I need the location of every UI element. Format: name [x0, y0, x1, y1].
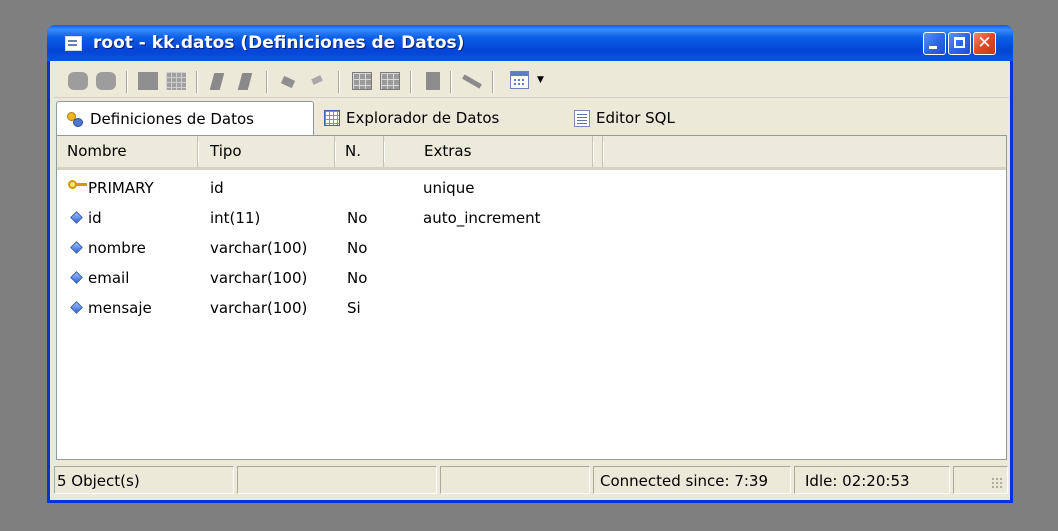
- app-window: root - kk.datos (Definiciones de Datos) …: [47, 25, 1013, 503]
- cell-nombre: PRIMARY: [88, 179, 154, 197]
- column-header-empty[interactable]: [595, 136, 604, 167]
- table-row[interactable]: id int(11) No auto_increment: [57, 203, 1006, 233]
- table-row[interactable]: PRIMARY id unique: [57, 173, 1006, 203]
- window-title: root - kk.datos (Definiciones de Datos): [93, 33, 465, 53]
- calendar-dropdown-button[interactable]: ▼: [506, 68, 558, 94]
- table-row[interactable]: mensaje varchar(100) Si: [57, 293, 1006, 323]
- grid-icon[interactable]: [352, 72, 372, 90]
- sql-document-icon: [574, 109, 590, 127]
- status-panel-empty: [440, 466, 590, 494]
- table-row[interactable]: email varchar(100) No: [57, 263, 1006, 293]
- table-icon[interactable]: [138, 72, 158, 90]
- cell-nombre: nombre: [88, 239, 146, 257]
- arrow-left-icon[interactable]: [308, 72, 328, 90]
- toolbar: ▼: [54, 63, 1009, 98]
- toolbar-separator: [266, 71, 268, 93]
- document-icon[interactable]: [426, 72, 440, 90]
- minimize-button[interactable]: [923, 32, 946, 55]
- table-header: Nombre Tipo N. Extras: [57, 136, 1006, 170]
- arrow-right-icon[interactable]: [280, 72, 300, 90]
- chevron-down-icon: ▼: [537, 75, 544, 85]
- cell-extras: auto_increment: [423, 209, 541, 227]
- table-row[interactable]: nombre varchar(100) No: [57, 233, 1006, 263]
- column-header-n[interactable]: N.: [337, 136, 385, 167]
- primary-key-icon: [68, 180, 87, 195]
- close-button[interactable]: ✕: [973, 32, 996, 55]
- field-icon: [70, 301, 83, 314]
- definitions-table: Nombre Tipo N. Extras PRIMARY id unique …: [56, 135, 1007, 460]
- key-icon[interactable]: [208, 72, 228, 90]
- window-icon: [65, 36, 82, 51]
- cell-n: No: [347, 209, 368, 227]
- cell-tipo: varchar(100): [210, 239, 308, 257]
- tab-explorador-de-datos[interactable]: Explorador de Datos: [320, 101, 499, 135]
- keys-icon: [64, 109, 84, 129]
- status-connected: Connected since: 7:39: [593, 466, 791, 494]
- status-idle: Idle: 02:20:53: [794, 466, 950, 494]
- maximize-button[interactable]: [948, 32, 971, 55]
- tab-label: Editor SQL: [596, 109, 675, 127]
- cell-n: No: [347, 269, 368, 287]
- cell-tipo: int(11): [210, 209, 261, 227]
- status-panel-empty: [237, 466, 437, 494]
- tab-editor-sql[interactable]: Editor SQL: [570, 101, 675, 135]
- field-icon: [70, 211, 83, 224]
- field-icon: [70, 241, 83, 254]
- column-header-extras[interactable]: Extras: [386, 136, 594, 167]
- grid-alt-icon[interactable]: [380, 72, 400, 90]
- toolbar-separator: [196, 71, 198, 93]
- status-object-count: 5 Object(s): [54, 466, 234, 494]
- field-icon: [70, 271, 83, 284]
- pen-icon[interactable]: [462, 72, 482, 90]
- cell-nombre: id: [88, 209, 102, 227]
- cell-n: No: [347, 239, 368, 257]
- cell-nombre: mensaje: [88, 299, 152, 317]
- cell-tipo: id: [210, 179, 224, 197]
- table-grid-icon[interactable]: [166, 72, 186, 90]
- toolbar-separator: [450, 71, 452, 93]
- tab-definiciones-de-datos[interactable]: Definiciones de Datos: [56, 101, 314, 135]
- tab-strip: Definiciones de Datos Explorador de Dato…: [56, 101, 1006, 135]
- tab-label: Definiciones de Datos: [90, 109, 254, 128]
- close-icon: ✕: [977, 33, 992, 53]
- calendar-icon: [510, 71, 529, 89]
- toolbar-separator: [126, 71, 128, 93]
- status-bar: 5 Object(s) Connected since: 7:39 Idle: …: [54, 463, 1010, 497]
- toolbar-separator: [492, 71, 494, 93]
- cell-extras: unique: [423, 179, 475, 197]
- maximize-icon: [954, 37, 965, 48]
- cell-tipo: varchar(100): [210, 269, 308, 287]
- toolbar-separator: [338, 71, 340, 93]
- status-resize-panel: [953, 466, 1008, 494]
- title-bar[interactable]: root - kk.datos (Definiciones de Datos) …: [47, 25, 1013, 61]
- cell-n: Si: [347, 299, 361, 317]
- cell-nombre: email: [88, 269, 130, 287]
- toolbar-separator: [410, 71, 412, 93]
- key-alt-icon[interactable]: [236, 72, 256, 90]
- database-icon[interactable]: [68, 72, 88, 90]
- resize-grip-icon[interactable]: [991, 477, 1003, 489]
- grid-icon: [324, 110, 340, 126]
- cell-tipo: varchar(100): [210, 299, 308, 317]
- column-header-tipo[interactable]: Tipo: [200, 136, 336, 167]
- minimize-icon: [929, 46, 937, 49]
- tab-label: Explorador de Datos: [346, 109, 500, 127]
- column-header-nombre[interactable]: Nombre: [57, 136, 199, 167]
- database-alt-icon[interactable]: [96, 72, 116, 90]
